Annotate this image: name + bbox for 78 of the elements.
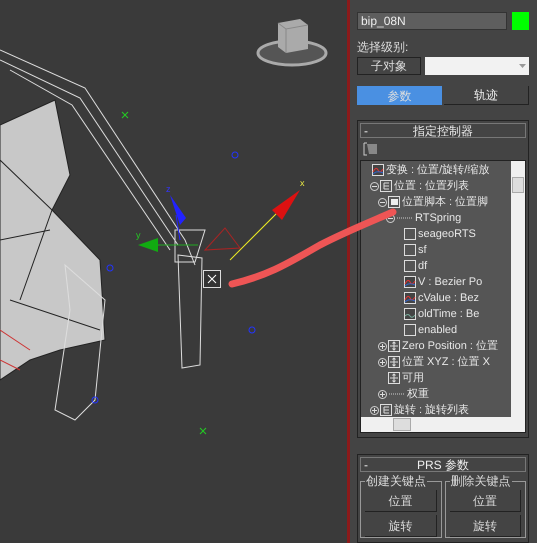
caret-icon <box>519 64 526 68</box>
rollout-header[interactable]: - 指定控制器 <box>360 123 526 138</box>
tree-item[interactable]: enabled <box>418 322 458 338</box>
viewcube-icon <box>256 19 328 66</box>
tree-item[interactable]: 位置脚本 : 位置脚 <box>402 194 488 210</box>
scroll-thumb[interactable] <box>393 418 411 431</box>
z-axis-arrow[interactable] <box>170 195 186 240</box>
x-axis-arrow[interactable] <box>230 190 300 260</box>
rollout-title: 指定控制器 <box>412 122 474 140</box>
expand-toggle[interactable] <box>378 358 387 366</box>
expand-toggle[interactable] <box>370 406 379 414</box>
move-icon <box>388 356 400 368</box>
bracket-icon <box>404 244 416 256</box>
plane-handle[interactable] <box>204 227 241 251</box>
bone-marker-icon <box>92 396 98 404</box>
bone-marker-icon <box>248 326 256 334</box>
key-button[interactable]: 位置 <box>450 490 521 512</box>
leader-line <box>389 393 405 395</box>
axis-label: x <box>300 178 304 188</box>
tree-item[interactable]: 旋转 : 旋转列表 <box>394 402 470 417</box>
tree-item[interactable]: 变换 : 位置/旋转/缩放 <box>386 162 490 178</box>
move-icon <box>388 340 400 352</box>
controller-icon[interactable] <box>363 141 379 157</box>
collapse-toggle[interactable] <box>386 214 395 222</box>
tree-item[interactable]: cValue : Bez <box>418 290 479 306</box>
object-name-field[interactable]: bip_08N <box>357 12 507 30</box>
cross-marker-icon <box>122 112 128 118</box>
axis-label: z <box>166 184 170 194</box>
pivot-icon <box>203 270 221 288</box>
tree-item[interactable]: V : Bezier Po <box>418 274 482 290</box>
tree-item[interactable]: oldTime : Be <box>418 306 480 322</box>
tree-item[interactable]: 可用 <box>402 370 424 386</box>
bracket-icon <box>404 324 416 336</box>
tree-item[interactable]: df <box>418 258 428 274</box>
key-button[interactable]: 位置 <box>365 490 436 512</box>
bone-marker-icon <box>232 152 238 158</box>
tree-item[interactable]: 位置 : 位置列表 <box>394 178 470 194</box>
scroll-thumb[interactable] <box>512 177 524 193</box>
bracket-icon <box>404 260 416 272</box>
curve-icon <box>404 292 416 304</box>
horizontal-scrollbar[interactable] <box>361 417 525 432</box>
group-title: 删除关键点 <box>450 474 512 488</box>
tree-item[interactable]: Zero Position : 位置 <box>402 338 498 354</box>
collapse-sign[interactable]: - <box>361 122 375 140</box>
curve-icon <box>372 164 384 176</box>
tree-item[interactable]: sf <box>418 242 427 258</box>
curve-icon <box>404 276 416 288</box>
tree-item[interactable]: 权重 <box>407 386 429 402</box>
collapse-toggle[interactable] <box>370 182 379 190</box>
collapse-sign[interactable]: - <box>361 456 375 474</box>
script-icon <box>388 196 400 208</box>
group-title: 创建关键点 <box>365 474 427 488</box>
curve-icon <box>404 308 416 320</box>
selection-level-label: 选择级别: <box>357 39 410 56</box>
list-icon <box>380 180 392 192</box>
key-button[interactable]: 旋转 <box>450 515 521 537</box>
y-axis-arrow[interactable] <box>138 238 198 252</box>
axis-label: y <box>136 230 140 240</box>
key-button[interactable]: 旋转 <box>365 515 436 537</box>
tree-item[interactable]: 位置 XYZ : 位置 X <box>402 354 490 370</box>
sub-object-button[interactable]: 子对象 <box>357 57 421 75</box>
bracket-icon <box>404 228 416 240</box>
dropdown-field[interactable] <box>425 57 529 75</box>
tab[interactable]: 轨迹 <box>444 86 529 105</box>
rollout-header[interactable]: - PRS 参数 <box>360 457 526 472</box>
expand-toggle[interactable] <box>378 342 387 350</box>
tree-item[interactable]: RTSpring <box>415 210 462 226</box>
leader-line <box>397 217 413 219</box>
move-icon <box>388 372 400 384</box>
expand-toggle[interactable] <box>378 390 387 398</box>
tree-item[interactable]: seageoRTS <box>418 226 476 242</box>
bone-marker-icon <box>106 264 114 272</box>
collapse-toggle[interactable] <box>378 198 387 206</box>
list-icon <box>380 404 392 416</box>
color-swatch[interactable] <box>512 12 529 30</box>
vertical-scrollbar[interactable] <box>511 161 525 417</box>
rollout-title: PRS 参数 <box>416 456 470 474</box>
cross-marker-icon <box>200 428 206 434</box>
